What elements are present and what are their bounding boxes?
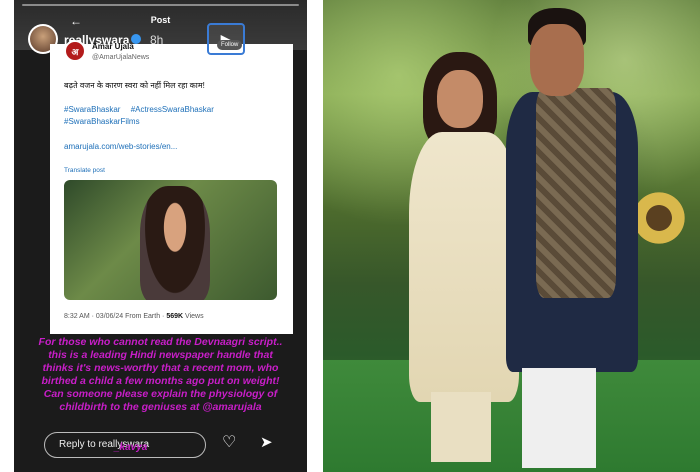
send-icon[interactable]: ➤	[260, 433, 273, 451]
hashtag-swara-bhaskar[interactable]: #SwaraBhaskar	[64, 105, 120, 114]
post-photo	[64, 180, 277, 300]
hashtags: #SwaraBhaskar #ActressSwaraBhaskar #Swar…	[64, 104, 284, 128]
hashtag-swara-bhaskar-films[interactable]: #SwaraBhaskarFilms	[64, 117, 140, 126]
source-name: Amar Ujala	[92, 42, 134, 51]
post-title: Post	[150, 15, 171, 25]
translate-post-link[interactable]: Translate post	[64, 167, 105, 174]
man-figure	[498, 8, 638, 468]
amar-ujala-logo: अ	[64, 40, 86, 62]
reply-mention-text: _kavya	[114, 442, 148, 453]
follow-button[interactable]: Follow	[217, 40, 243, 50]
source-handle: @AmarUjalaNews	[92, 54, 150, 61]
heart-icon[interactable]: ♡	[222, 432, 236, 452]
post-meta: 8:32 AM · 03/06/24 From Earth · 569K Vie…	[64, 313, 204, 320]
post-time: 8:32 AM · 03/06/24 From Earth ·	[64, 313, 165, 320]
play-icon[interactable]: ▶	[207, 23, 245, 55]
post-views: 569K	[166, 313, 184, 320]
sunflower-decoration	[629, 188, 689, 248]
story-progress-bar	[22, 4, 299, 6]
post-text: बढ़ते वजन के कारण स्वरा को नहीं मिल रहा …	[64, 81, 205, 90]
hashtag-actress-swara-bhaskar[interactable]: #ActressSwaraBhaskar	[131, 105, 214, 114]
composite-image: ← Post reallyswara 8h अ Amar Ujala @Amar…	[0, 0, 700, 472]
post-views-label: Views	[185, 313, 204, 320]
couple-photo	[323, 0, 700, 472]
story-caption-text: For those who cannot read the Devnaagri …	[38, 336, 283, 413]
post-link[interactable]: amarujala.com/web-stories/en...	[64, 142, 177, 151]
